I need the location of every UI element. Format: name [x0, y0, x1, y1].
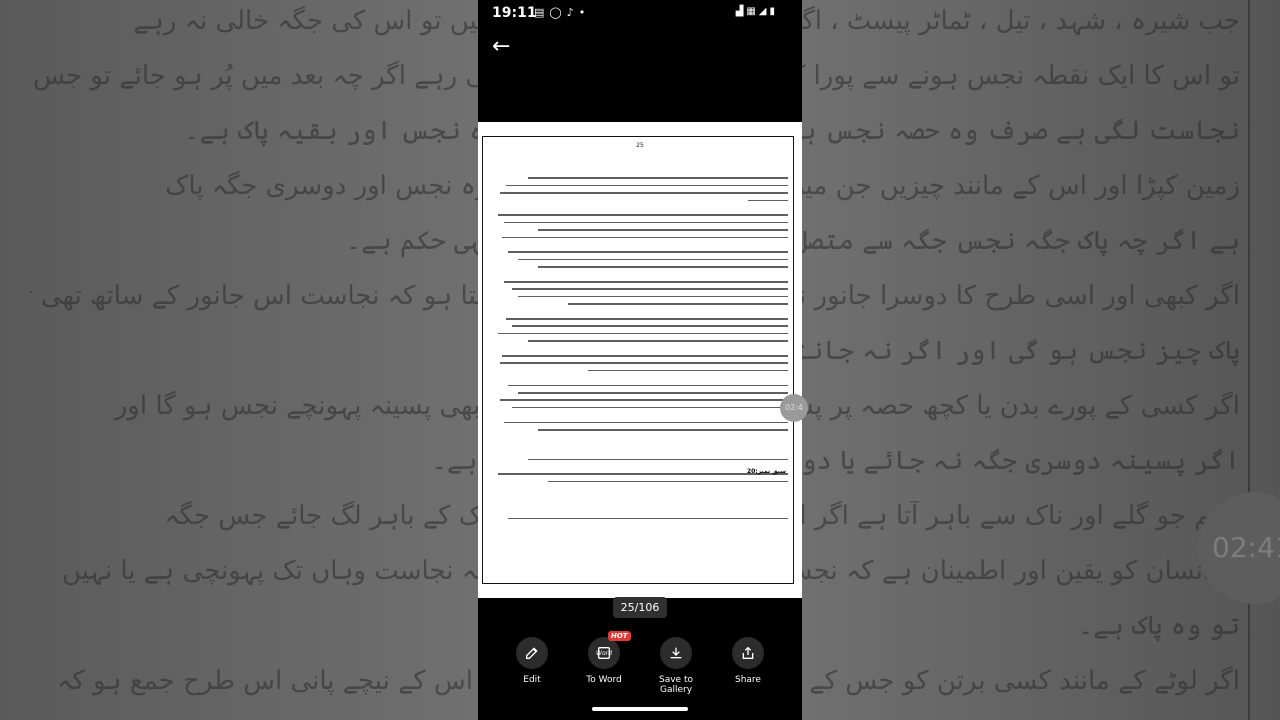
save-label: Save to Gallery: [659, 675, 693, 695]
save-to-gallery-button[interactable]: Save to Gallery: [642, 637, 710, 695]
floating-timer[interactable]: 02:4: [780, 394, 808, 422]
page-indicator: 25/106: [613, 597, 667, 618]
page-text-line: [512, 406, 788, 409]
back-button[interactable]: ←: [492, 34, 518, 60]
back-arrow-icon: ←: [492, 34, 511, 59]
page-text-line: [548, 480, 788, 483]
page-text-line: [528, 177, 788, 179]
page-text-line: [508, 384, 788, 387]
page-frame: [482, 136, 794, 584]
page-text-line: [528, 340, 788, 342]
document-page[interactable]: 25 سبق نمبر:20: [478, 122, 802, 598]
status-bar: 19:11 ▤◯♪• ▟▦◢▮: [478, 0, 802, 26]
page-text-line: [528, 458, 788, 461]
page-text-line: [500, 399, 788, 401]
to-word-button[interactable]: Word HOT To Word: [578, 631, 631, 685]
page-text-line: [500, 192, 788, 194]
page-text-line: [508, 517, 788, 520]
system-icons: ▟▦◢▮: [736, 6, 778, 17]
page-number: 25: [636, 142, 644, 149]
gallery-icon: ▤: [534, 6, 550, 19]
page-text-line: [512, 325, 788, 327]
network-icon: ▦: [746, 6, 759, 17]
page-text-line: [588, 369, 788, 372]
page-text-line: [518, 258, 788, 261]
battery-icon: ▮: [769, 6, 778, 17]
background-page-edge: [1248, 0, 1250, 720]
page-text-line: [506, 184, 788, 187]
edit-button[interactable]: Edit: [508, 637, 556, 685]
to-word-label: To Word: [586, 675, 622, 685]
page-text-line: [506, 318, 788, 320]
dot-icon: •: [578, 6, 591, 19]
signal-icon: ▟: [735, 6, 747, 17]
page-text-line: [748, 199, 788, 202]
page-text-line: [502, 355, 788, 357]
page-text-line: [508, 251, 788, 253]
notification-icons: ▤◯♪•: [534, 6, 590, 19]
page-text-line: [518, 295, 788, 298]
page-text-line: [498, 332, 788, 335]
page-text-line: [512, 288, 788, 290]
edit-icon: [516, 637, 548, 669]
word-icon-text: Word: [596, 649, 612, 657]
page-text-line: [538, 266, 788, 268]
edit-label: Edit: [523, 675, 541, 685]
page-text-line: [504, 221, 788, 224]
status-time: 19:11: [492, 5, 537, 21]
page-text-line: [498, 214, 788, 216]
page-text-line: [538, 229, 788, 231]
page-text-line: [568, 303, 788, 305]
page-text-line: [518, 392, 788, 394]
share-label: Share: [735, 675, 761, 685]
download-icon: [660, 637, 692, 669]
home-indicator[interactable]: [592, 707, 688, 711]
phone-screen: 19:11 ▤◯♪• ▟▦◢▮ ← 25 سبق نمبر:20 25/106 …: [478, 0, 802, 720]
share-icon: [732, 637, 764, 669]
hot-badge: HOT: [608, 631, 631, 641]
page-text-line: [504, 281, 788, 283]
page-text-line: [502, 236, 788, 239]
word-icon: Word HOT: [588, 631, 631, 669]
section-heading: سبق نمبر:20: [746, 468, 786, 475]
page-text-line: [498, 473, 788, 475]
page-text-line: [500, 362, 788, 364]
share-button[interactable]: Share: [724, 637, 772, 685]
whatsapp-icon: ◯: [549, 6, 567, 19]
tiktok-icon: ♪: [566, 6, 579, 19]
page-text-line: [504, 421, 788, 424]
wifi-icon: ◢: [758, 6, 770, 17]
page-text-line: [538, 429, 788, 431]
